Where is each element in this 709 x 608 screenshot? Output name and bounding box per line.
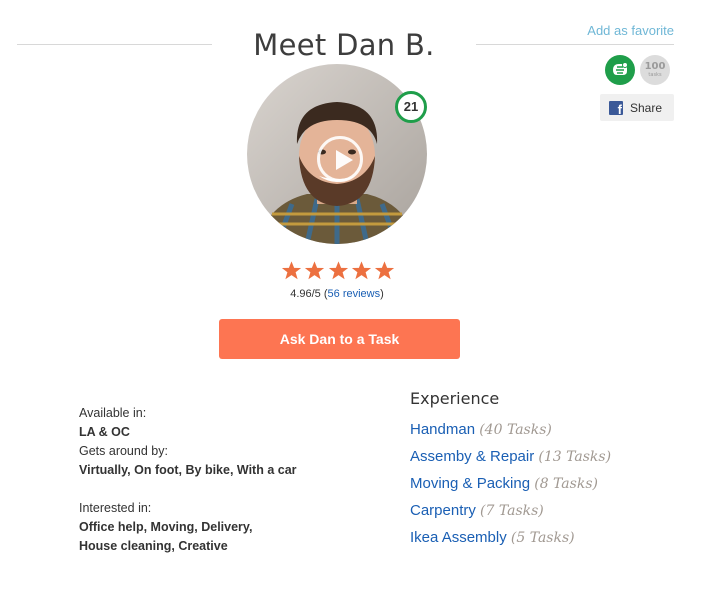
interested-value-line2: House cleaning, Creative [79, 539, 228, 553]
add-favorite-link[interactable]: Add as favorite [587, 23, 674, 38]
experience-heading: Experience [410, 389, 500, 408]
header-rule-left [17, 44, 212, 45]
gets-around-value: Virtually, On foot, By bike, With a car [79, 463, 297, 477]
experience-item: Carpentry (7 Tasks) [410, 497, 611, 524]
star-icon [281, 261, 302, 280]
page-title: Meet Dan B. [253, 28, 435, 62]
rating-score: 4.96/5 ( [290, 288, 328, 300]
experience-item: Assemby & Repair (13 Tasks) [410, 443, 611, 470]
rating-summary: 4.96/5 (56 reviews) [250, 288, 424, 300]
experience-category-link[interactable]: Assemby & Repair [410, 448, 534, 465]
star-icon [374, 261, 395, 280]
star-icon [351, 261, 371, 280]
tasks-count-number: 100 [644, 61, 666, 72]
tasks-count-badge: 100 tasks [640, 55, 670, 85]
elite-tasker-icon [605, 55, 635, 85]
facebook-icon: f [609, 100, 623, 115]
experience-category-link[interactable]: Handman [410, 421, 475, 438]
star-rating [281, 260, 395, 281]
level-badge: 21 [395, 91, 427, 123]
gets-around-label: Gets around by: [79, 444, 168, 458]
interested-label: Interested in: [79, 501, 152, 515]
star-icon [328, 261, 348, 280]
tasker-details: Available in: LA & OC Gets around by: Vi… [79, 404, 297, 556]
experience-category-link[interactable]: Carpentry [410, 502, 476, 519]
experience-item: Ikea Assembly (5 Tasks) [410, 524, 611, 551]
experience-item: Handman (40 Tasks) [410, 416, 611, 443]
experience-category-link[interactable]: Moving & Packing [410, 475, 530, 492]
share-label: Share [630, 100, 663, 115]
interested-value-line1: Office help, Moving, Delivery, [79, 520, 253, 534]
experience-section: Experience Handman (40 Tasks) Assemby & … [410, 388, 611, 551]
available-value: LA & OC [79, 425, 130, 439]
experience-item: Moving & Packing (8 Tasks) [410, 470, 611, 497]
experience-task-count: (5 Tasks) [510, 530, 575, 546]
experience-task-count: (13 Tasks) [538, 449, 612, 465]
ask-to-task-button[interactable]: Ask Dan to a Task [219, 319, 460, 359]
rating-close-paren: ) [380, 288, 384, 300]
experience-category-link[interactable]: Ikea Assembly [410, 529, 507, 546]
facebook-share-button[interactable]: f Share [600, 94, 674, 121]
tasks-count-label: tasks [648, 72, 662, 78]
available-label: Available in: [79, 406, 147, 420]
reviews-link[interactable]: 56 reviews [328, 288, 381, 300]
experience-task-count: (7 Tasks) [480, 503, 544, 519]
details-spacer [79, 480, 297, 499]
play-video-button[interactable] [317, 136, 363, 182]
star-icon [305, 261, 325, 280]
experience-list: Handman (40 Tasks) Assemby & Repair (13 … [410, 416, 611, 551]
header-rule-right [476, 44, 674, 45]
experience-task-count: (40 Tasks) [479, 422, 552, 438]
experience-task-count: (8 Tasks) [534, 476, 598, 492]
